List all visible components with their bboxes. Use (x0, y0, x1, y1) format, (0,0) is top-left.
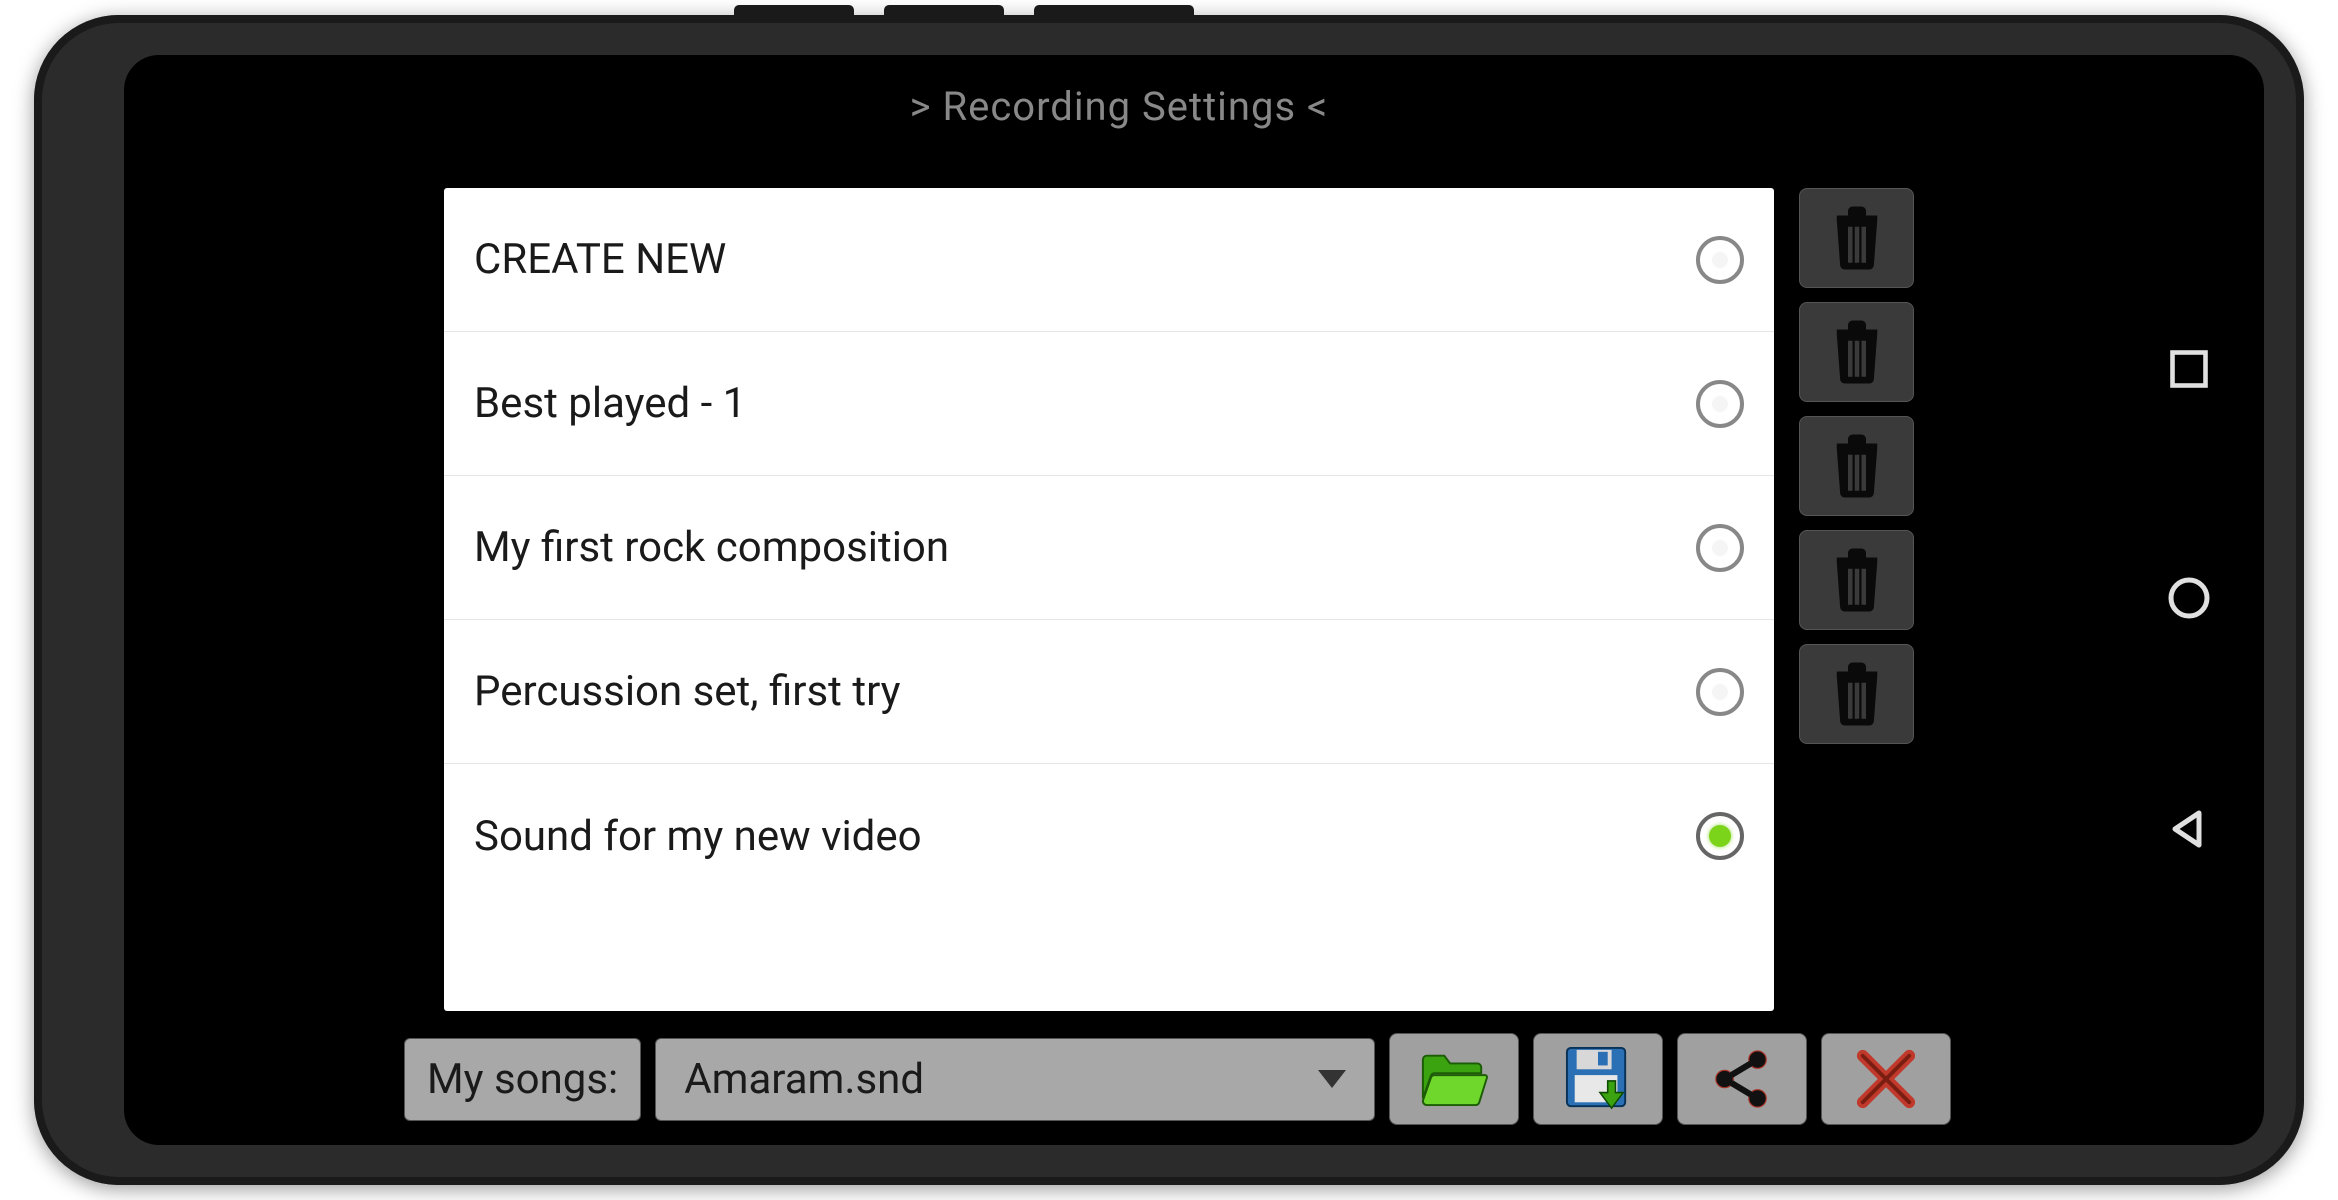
list-item-label: Best played - 1 (474, 379, 746, 428)
list-item-label: CREATE NEW (474, 235, 726, 284)
share-button[interactable] (1677, 1033, 1807, 1125)
page-title: > Recording Settings < (124, 55, 2114, 158)
nav-home-button[interactable] (2165, 574, 2213, 622)
close-x-icon (1855, 1048, 1917, 1110)
folder-open-icon (1419, 1051, 1489, 1107)
radio-button[interactable] (1696, 524, 1744, 572)
bottom-toolbar: My songs: Amaram.snd (124, 1021, 2114, 1145)
share-icon (1711, 1048, 1773, 1110)
close-button[interactable] (1821, 1033, 1951, 1125)
content-area: CREATE NEW Best played - 1 My first rock… (124, 158, 2114, 1021)
list-item[interactable]: Best played - 1 (444, 332, 1774, 476)
recording-list: CREATE NEW Best played - 1 My first rock… (444, 188, 1774, 1011)
list-item-create-new[interactable]: CREATE NEW (444, 188, 1774, 332)
song-select-dropdown[interactable]: Amaram.snd (655, 1038, 1375, 1121)
radio-button-selected[interactable] (1696, 812, 1744, 860)
delete-button[interactable] (1799, 188, 1914, 288)
delete-button[interactable] (1799, 530, 1914, 630)
trash-icon (1830, 320, 1884, 384)
nav-recent-button[interactable] (2167, 347, 2211, 391)
nav-back-button[interactable] (2165, 805, 2213, 853)
list-item[interactable]: Percussion set, first try (444, 620, 1774, 764)
delete-button[interactable] (1799, 416, 1914, 516)
radio-button[interactable] (1696, 380, 1744, 428)
device-screen: > Recording Settings < CREATE NEW Best p… (124, 55, 2264, 1145)
android-nav-bar (2114, 55, 2264, 1145)
trash-icon (1830, 548, 1884, 612)
delete-button[interactable] (1799, 644, 1914, 744)
chevron-down-icon (1318, 1070, 1346, 1088)
open-button[interactable] (1389, 1033, 1519, 1125)
songs-label: My songs: (404, 1038, 641, 1121)
trash-icon (1830, 662, 1884, 726)
trash-icon (1830, 206, 1884, 270)
triangle-back-icon (2165, 805, 2213, 853)
radio-button[interactable] (1696, 236, 1744, 284)
selected-song: Amaram.snd (684, 1055, 924, 1104)
delete-column (1799, 188, 1914, 1011)
phone-frame: > Recording Settings < CREATE NEW Best p… (34, 15, 2304, 1185)
square-icon (2167, 347, 2211, 391)
circle-icon (2165, 574, 2213, 622)
radio-button[interactable] (1696, 668, 1744, 716)
list-item[interactable]: Sound for my new video (444, 764, 1774, 908)
delete-button[interactable] (1799, 302, 1914, 402)
floppy-save-icon (1565, 1046, 1631, 1112)
save-button[interactable] (1533, 1033, 1663, 1125)
trash-icon (1830, 434, 1884, 498)
list-item-label: My first rock composition (474, 523, 949, 572)
list-item-label: Percussion set, first try (474, 667, 901, 716)
list-item[interactable]: My first rock composition (444, 476, 1774, 620)
app-area: > Recording Settings < CREATE NEW Best p… (124, 55, 2114, 1145)
list-item-label: Sound for my new video (474, 812, 922, 861)
